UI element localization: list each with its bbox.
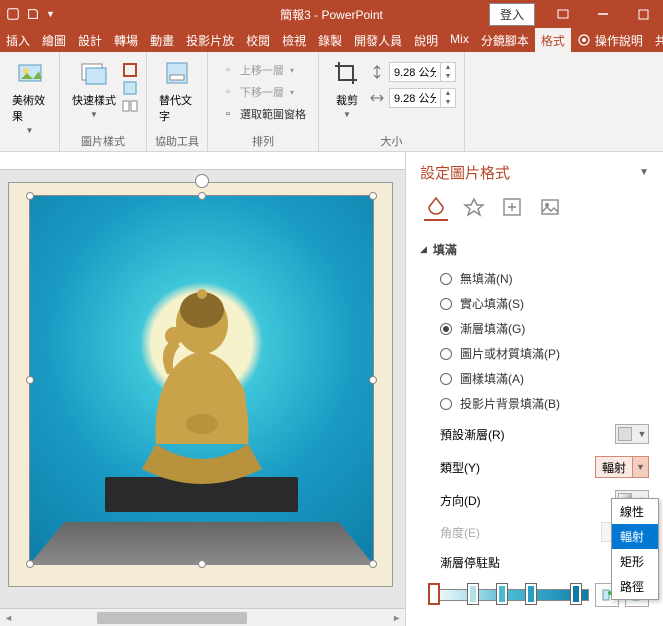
fill-slidebg-radio[interactable]: 投影片背景填滿(B) bbox=[440, 391, 649, 416]
gradient-stop-1[interactable] bbox=[428, 583, 440, 605]
angle-label: 角度(E) bbox=[440, 524, 480, 541]
tab-record[interactable]: 錄製 bbox=[312, 28, 348, 52]
autosave-icon[interactable] bbox=[6, 7, 20, 21]
panel-title: 設定圖片格式 bbox=[420, 162, 510, 183]
panel-dropdown-icon[interactable]: ▼ bbox=[639, 167, 649, 178]
window-title: 簡報3 - PowerPoint bbox=[280, 6, 383, 23]
ribbon: 美術效果 ▼ 快速樣式 ▼ 圖片樣式 替代文字 協助工具 ▫上移一層▾ bbox=[0, 52, 663, 152]
titlebar: ▼ 簡報3 - PowerPoint 登入 bbox=[0, 0, 663, 28]
width-icon bbox=[369, 90, 385, 106]
preset-gradient-picker[interactable]: ▼ bbox=[615, 424, 649, 444]
dropdown-rectangular[interactable]: 矩形 bbox=[612, 549, 658, 574]
size-group-label: 大小 bbox=[381, 131, 403, 149]
bring-forward-button[interactable]: ▫上移一層▾ bbox=[216, 60, 310, 80]
horizontal-scrollbar[interactable]: ◄ ► bbox=[0, 608, 405, 626]
crop-label: 裁剪 bbox=[336, 92, 358, 108]
accessibility-group-label: 協助工具 bbox=[155, 131, 199, 149]
effects-icon[interactable] bbox=[462, 197, 486, 221]
tell-me-label: 操作說明 bbox=[595, 32, 643, 49]
share-button[interactable]: 共 bbox=[649, 28, 663, 52]
fill-solid-radio[interactable]: 實心填滿(S) bbox=[440, 291, 649, 316]
height-icon bbox=[369, 64, 385, 80]
tab-draw[interactable]: 繪圖 bbox=[36, 28, 72, 52]
selection-pane-button[interactable]: ▫選取範圍窗格 bbox=[216, 104, 310, 124]
artistic-effects-button[interactable]: 美術效果 ▼ bbox=[8, 56, 51, 137]
alt-text-label: 替代文字 bbox=[159, 92, 195, 124]
minimize-icon[interactable] bbox=[583, 0, 623, 28]
maximize-icon[interactable] bbox=[623, 0, 663, 28]
login-button[interactable]: 登入 bbox=[489, 3, 535, 26]
fill-gradient-radio[interactable]: 漸層填滿(G) bbox=[440, 316, 649, 341]
fill-section-header[interactable]: ◢填滿 bbox=[406, 233, 663, 264]
resize-handle-bm[interactable] bbox=[198, 560, 206, 568]
picture-content bbox=[30, 196, 373, 564]
slide[interactable] bbox=[8, 182, 393, 587]
resize-handle-ml[interactable] bbox=[26, 376, 34, 384]
arrange-group-label: 排列 bbox=[252, 131, 274, 149]
type-label: 類型(Y) bbox=[440, 459, 480, 476]
type-dropdown: 線性 輻射 矩形 路徑 bbox=[611, 498, 659, 600]
resize-handle-tl[interactable] bbox=[26, 192, 34, 200]
tab-review[interactable]: 校閱 bbox=[240, 28, 276, 52]
picture-effects-icon[interactable] bbox=[122, 80, 138, 96]
dropdown-linear[interactable]: 線性 bbox=[612, 499, 658, 524]
preset-gradient-label: 預設漸層(R) bbox=[440, 426, 505, 443]
gradient-bar[interactable] bbox=[428, 583, 589, 607]
tell-me[interactable]: 操作說明 bbox=[571, 28, 649, 52]
tab-mix[interactable]: Mix bbox=[444, 28, 475, 52]
alt-text-button[interactable]: 替代文字 bbox=[155, 56, 199, 126]
direction-label: 方向(D) bbox=[440, 492, 481, 509]
height-spinner[interactable]: ▲▼ bbox=[389, 62, 456, 82]
width-spinner[interactable]: ▲▼ bbox=[389, 88, 456, 108]
scrollbar-thumb[interactable] bbox=[97, 612, 247, 624]
rotate-handle[interactable] bbox=[195, 174, 209, 188]
picture-border-icon[interactable] bbox=[122, 62, 138, 78]
dropdown-radial[interactable]: 輻射 bbox=[612, 524, 658, 549]
selected-picture[interactable] bbox=[29, 195, 374, 565]
horizontal-ruler bbox=[0, 152, 405, 170]
tab-format[interactable]: 格式 bbox=[535, 28, 571, 52]
tab-slideshow[interactable]: 投影片放 bbox=[180, 28, 240, 52]
resize-handle-tm[interactable] bbox=[198, 192, 206, 200]
dropdown-path[interactable]: 路徑 bbox=[612, 574, 658, 599]
type-combo[interactable]: 輻射▼ bbox=[595, 456, 649, 478]
slide-canvas-area: ◄ ► bbox=[0, 152, 405, 626]
picture-layout-icon[interactable] bbox=[122, 98, 138, 114]
styles-group-label: 圖片樣式 bbox=[81, 131, 125, 149]
gradient-stops-label: 漸層停駐點 bbox=[440, 554, 500, 571]
tab-insert[interactable]: 插入 bbox=[0, 28, 36, 52]
gradient-stop-2[interactable] bbox=[467, 583, 479, 605]
gradient-stop-3[interactable] bbox=[496, 583, 508, 605]
resize-handle-br[interactable] bbox=[369, 560, 377, 568]
quick-styles-label: 快速樣式 bbox=[72, 92, 116, 108]
tab-storyboard[interactable]: 分鏡腳本 bbox=[475, 28, 535, 52]
crop-button[interactable]: 裁剪 ▼ bbox=[327, 56, 367, 121]
buddha-statue bbox=[112, 274, 292, 504]
quick-styles-button[interactable]: 快速樣式 ▼ bbox=[68, 56, 120, 121]
resize-handle-mr[interactable] bbox=[369, 376, 377, 384]
size-props-icon[interactable] bbox=[500, 197, 524, 221]
ribbon-display-icon[interactable] bbox=[543, 0, 583, 28]
fill-pattern-radio[interactable]: 圖樣填滿(A) bbox=[440, 366, 649, 391]
resize-handle-bl[interactable] bbox=[26, 560, 34, 568]
fill-line-icon[interactable] bbox=[424, 197, 448, 221]
artistic-effects-label: 美術效果 bbox=[12, 92, 47, 124]
fill-none-radio[interactable]: 無填滿(N) bbox=[440, 266, 649, 291]
ribbon-tabs: 插入 繪圖 設計 轉場 動畫 投影片放 校閱 檢視 錄製 開發人員 說明 Mix… bbox=[0, 28, 663, 52]
tab-view[interactable]: 檢視 bbox=[276, 28, 312, 52]
tab-design[interactable]: 設計 bbox=[72, 28, 108, 52]
fill-picture-radio[interactable]: 圖片或材質填滿(P) bbox=[440, 341, 649, 366]
tab-help[interactable]: 說明 bbox=[408, 28, 444, 52]
picture-props-icon[interactable] bbox=[538, 197, 562, 221]
tab-animations[interactable]: 動畫 bbox=[144, 28, 180, 52]
tab-developer[interactable]: 開發人員 bbox=[348, 28, 408, 52]
gradient-stop-4[interactable] bbox=[525, 583, 537, 605]
resize-handle-tr[interactable] bbox=[369, 192, 377, 200]
qat-dropdown[interactable]: ▼ bbox=[46, 9, 55, 19]
tab-transitions[interactable]: 轉場 bbox=[108, 28, 144, 52]
gradient-stop-5[interactable] bbox=[570, 583, 582, 605]
save-icon[interactable] bbox=[26, 7, 40, 21]
send-backward-button[interactable]: ▫下移一層▾ bbox=[216, 82, 310, 102]
